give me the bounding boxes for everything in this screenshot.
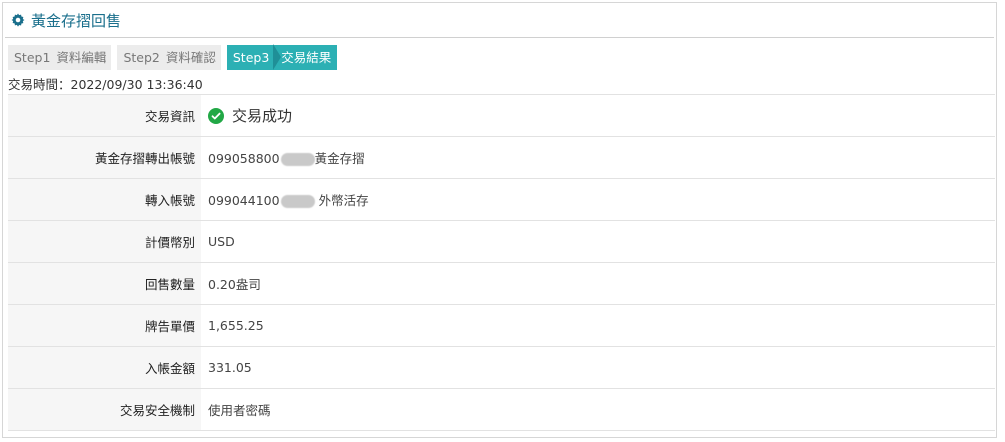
table-row: 交易資訊 交易成功 [8,94,995,137]
redacted-mask [280,153,315,166]
currency-value: USD [208,234,235,249]
amount-label: 入帳金額 [8,346,201,389]
step-3-number: Step3 [233,44,282,70]
step-indicator: Step1 資料編輯 Step2 資料確認 Step3 交易結果 [8,44,996,70]
gear-icon [11,13,25,27]
table-row: 轉入帳號 099044100 外幣活存 [8,178,995,221]
price-value: 1,655.25 [208,318,264,333]
step-2-label: 資料確認 [165,50,216,65]
currency-label: 計價幣別 [8,220,201,263]
security-label: 交易安全機制 [8,388,201,431]
step-1: Step1 資料編輯 [8,45,112,70]
table-row: 入帳金額 331.05 [8,346,995,389]
trade-time: 交易時間：2022/09/30 13:36:40 [8,77,203,92]
page-title: 黃金存摺回售 [31,11,122,30]
table-row: 計價幣別 USD [8,220,995,263]
table-row: 回售數量 0.20盎司 [8,262,995,305]
table-row: 交易安全機制 使用者密碼 [8,388,995,431]
result-table: 交易資訊 交易成功 黃金存摺轉出帳號 099058800 黃金存摺 轉入帳號 09… [8,94,995,431]
step-2: Step2 資料確認 [117,45,221,70]
step-1-number: Step1 [14,50,51,65]
amount-value: 331.05 [208,360,252,375]
price-label: 牌告單價 [8,304,201,347]
page-header: 黃金存摺回售 [5,3,994,38]
table-row: 黃金存摺轉出帳號 099058800 黃金存摺 [8,136,995,179]
success-status: 交易成功 [208,105,994,126]
result-label: 交易資訊 [8,94,201,137]
security-value: 使用者密碼 [208,403,271,418]
step-3-label: 交易結果 [281,50,332,65]
to-account-label: 轉入帳號 [8,178,201,221]
main-panel: 黃金存摺回售 Step1 資料編輯 Step2 資料確認 Step3 交易結果 交易時… [2,2,997,438]
from-account-label: 黃金存摺轉出帳號 [8,136,201,179]
to-account-type: 外幣活存 [318,193,369,208]
quantity-label: 回售數量 [8,262,201,305]
step-1-label: 資料編輯 [56,50,107,65]
from-account-type: 黃金存摺 [314,151,365,166]
table-row: 牌告單價 1,655.25 [8,304,995,347]
redacted-mask [280,195,315,208]
step-2-number: Step2 [123,50,160,65]
to-account-prefix: 099044100 [208,193,280,208]
step-3: Step3 交易結果 [226,44,338,70]
quantity-value: 0.20盎司 [208,277,261,292]
from-account-prefix: 099058800 [208,151,280,166]
success-text: 交易成功 [232,107,293,125]
check-icon [208,107,224,124]
